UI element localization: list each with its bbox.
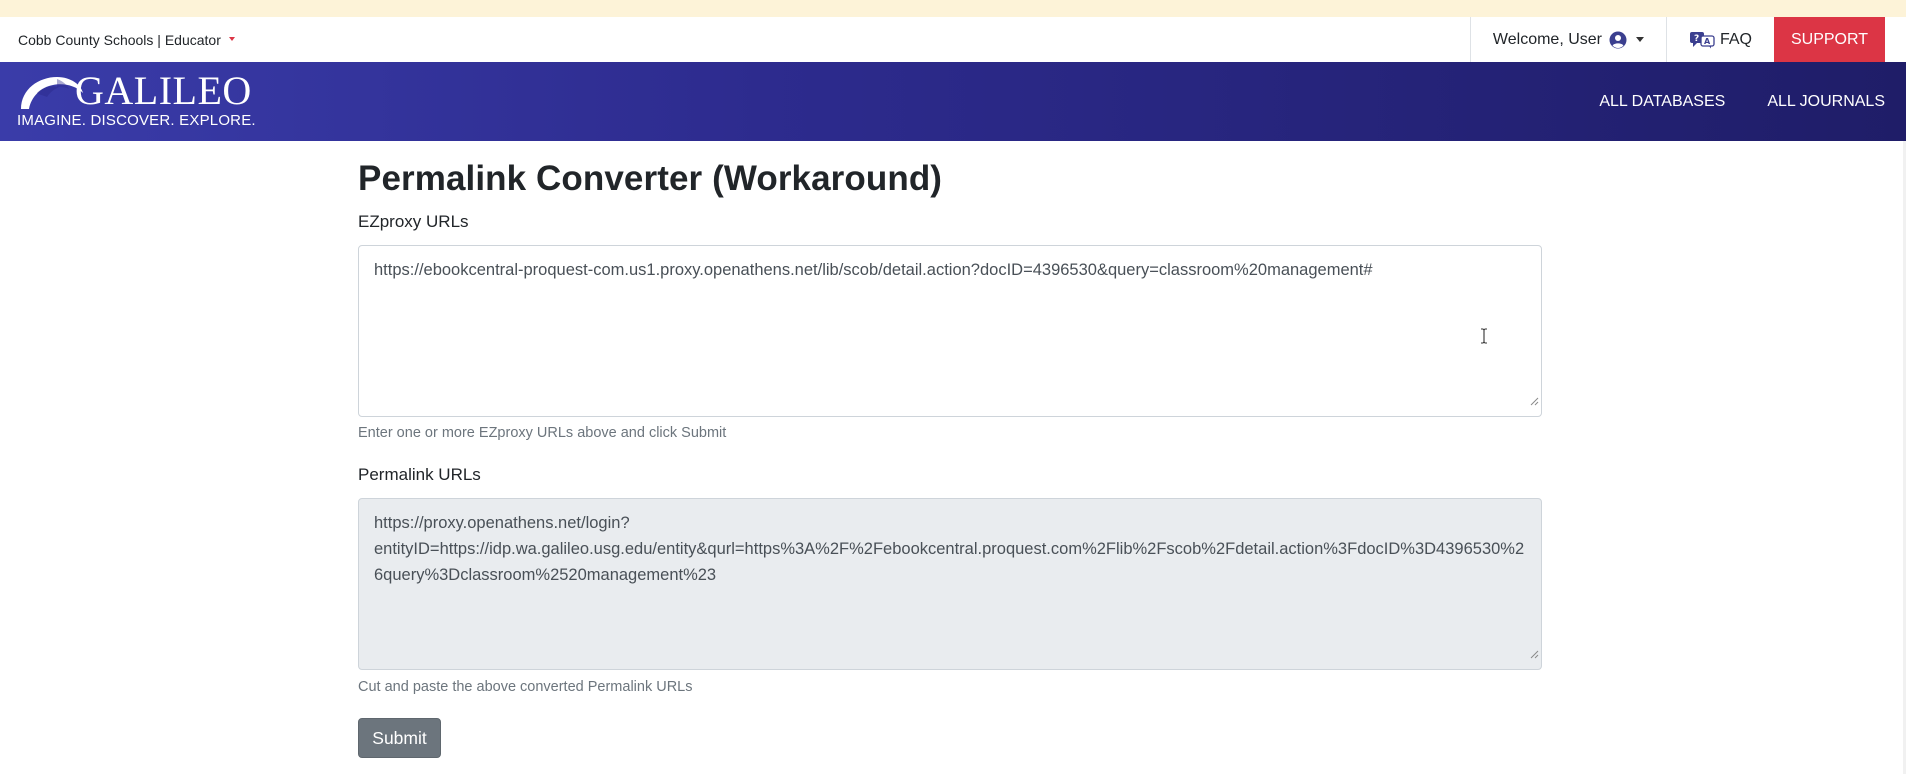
- permalink-value-line1: https://proxy.openathens.net/login?: [374, 514, 630, 532]
- svg-text:?: ?: [1694, 34, 1699, 44]
- ezproxy-textarea[interactable]: https://ebookcentral-proquest-com.us1.pr…: [358, 245, 1542, 417]
- permalink-help-text: Cut and paste the above converted Permal…: [358, 679, 693, 695]
- ezproxy-label: EZproxy URLs: [358, 212, 469, 231]
- brand-tagline: IMAGINE. DISCOVER. EXPLORE.: [17, 112, 256, 129]
- submit-button[interactable]: Submit: [358, 718, 441, 758]
- user-circle-icon: [1609, 31, 1627, 49]
- main-navbar: GALILEO IMAGINE. DISCOVER. EXPLORE. ALL …: [0, 62, 1906, 141]
- brand-name: GALILEO: [75, 68, 252, 113]
- utility-right: Welcome, User ? A FAQ SUPPORT: [1469, 17, 1906, 62]
- ezproxy-value: https://ebookcentral-proquest-com.us1.pr…: [374, 261, 1373, 279]
- resize-grip-icon[interactable]: [1530, 388, 1539, 414]
- svg-text:A: A: [1704, 37, 1711, 46]
- institution-dropdown[interactable]: Cobb County Schools | Educator: [18, 17, 235, 62]
- permalink-value-line2: entityID=https://idp.wa.galileo.usg.edu/…: [374, 540, 1525, 584]
- faq-label: FAQ: [1719, 30, 1752, 48]
- chevron-down-icon: [1635, 37, 1644, 42]
- welcome-label: Welcome, User: [1492, 30, 1602, 48]
- user-menu-dropdown[interactable]: Welcome, User: [1471, 17, 1666, 62]
- utility-bar: Cobb County Schools | Educator Welcome, …: [0, 17, 1906, 62]
- submit-label: Submit: [372, 727, 427, 748]
- resize-grip-icon[interactable]: [1530, 641, 1539, 667]
- chevron-down-icon: [228, 36, 235, 41]
- institution-label: Cobb County Schools | Educator: [18, 31, 221, 48]
- support-button[interactable]: SUPPORT: [1774, 17, 1885, 62]
- nav-link-all-journals[interactable]: ALL JOURNALS: [1767, 93, 1885, 111]
- support-label: SUPPORT: [1790, 30, 1869, 48]
- faq-chat-icon: ? A: [1689, 31, 1715, 49]
- ezproxy-help-text: Enter one or more EZproxy URLs above and…: [358, 425, 727, 441]
- faq-link[interactable]: ? A FAQ: [1667, 17, 1774, 62]
- text-cursor-icon: [1480, 328, 1488, 349]
- permalink-textarea[interactable]: https://proxy.openathens.net/login? enti…: [358, 498, 1542, 670]
- page-title: Permalink Converter (Workaround): [358, 159, 943, 198]
- galileo-logo[interactable]: GALILEO IMAGINE. DISCOVER. EXPLORE.: [17, 68, 257, 133]
- nav-link-all-databases[interactable]: ALL DATABASES: [1599, 93, 1725, 111]
- notice-strip: [0, 0, 1906, 17]
- permalink-label: Permalink URLs: [358, 465, 481, 484]
- nav-links: ALL DATABASES ALL JOURNALS: [1578, 62, 1906, 141]
